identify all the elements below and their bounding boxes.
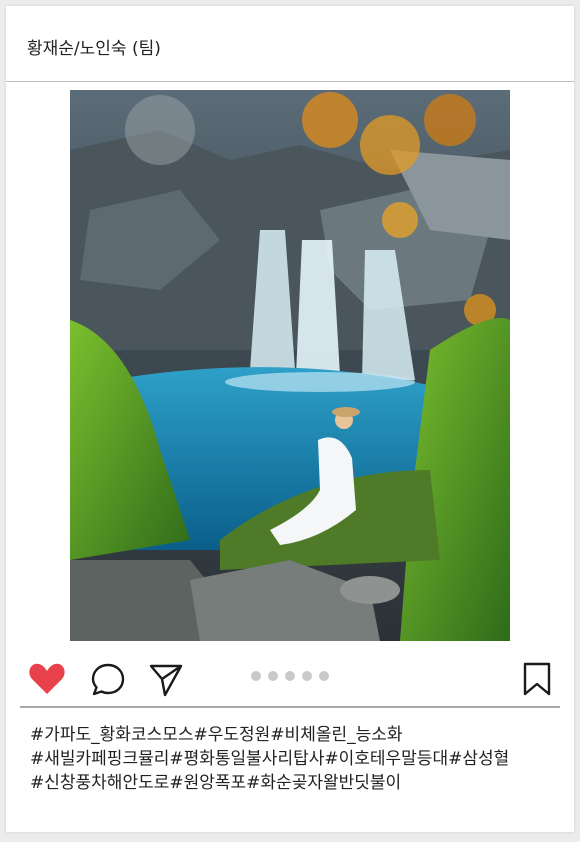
comment-icon[interactable]	[90, 662, 126, 698]
carousel-dot[interactable]	[302, 671, 312, 681]
heart-icon[interactable]	[28, 662, 66, 696]
action-bar	[6, 650, 574, 706]
waterfall-photo	[70, 90, 510, 641]
carousel-dots	[251, 671, 331, 683]
hashtag-line[interactable]: #가파도_황화코스모스#우도정원#비체올린_능소화	[30, 723, 570, 747]
post-card: 황재순/노인숙 (팀) #가파도_황화코스모스#우도정원#비체올린_능소화 #새…	[6, 6, 574, 832]
post-header: 황재순/노인숙 (팀)	[6, 6, 574, 82]
divider	[20, 706, 560, 708]
carousel-dot[interactable]	[285, 671, 295, 681]
carousel-dot[interactable]	[268, 671, 278, 681]
carousel-dot[interactable]	[251, 671, 261, 681]
hashtag-caption: #가파도_황화코스모스#우도정원#비체올린_능소화 #새빌카페핑크뮬리#평화통일…	[30, 723, 570, 795]
send-icon[interactable]	[148, 662, 184, 698]
carousel-dot[interactable]	[319, 671, 329, 681]
bookmark-icon[interactable]	[522, 662, 552, 696]
post-photo[interactable]	[70, 90, 510, 641]
username[interactable]: 황재순/노인숙 (팀)	[27, 34, 161, 59]
hashtag-line[interactable]: #새빌카페핑크뮬리#평화통일불사리탑사#이호테우말등대#삼성혈	[30, 747, 570, 771]
hashtag-line[interactable]: #신창풍차해안도로#원앙폭포#화순곶자왈반딧불이	[30, 771, 570, 795]
